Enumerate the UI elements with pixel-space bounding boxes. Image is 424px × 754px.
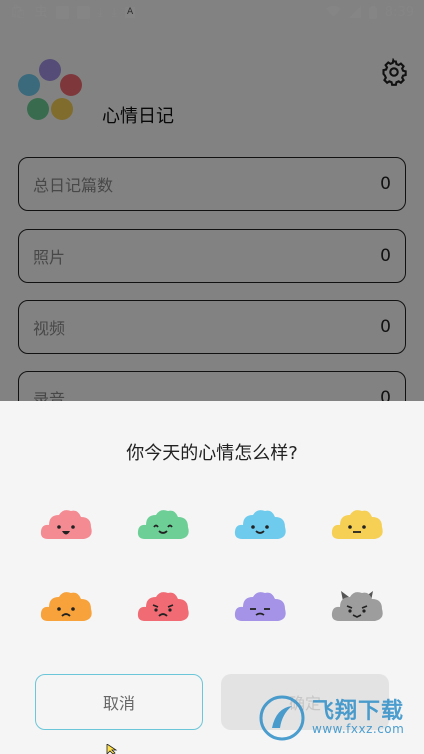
- mood-neutral-icon[interactable]: [329, 507, 385, 547]
- cloud-shape: [40, 592, 92, 621]
- watermark-logo-icon: [259, 695, 305, 741]
- watermark-text: 飞翔下载 www.fxxz.com: [312, 700, 404, 736]
- cloud-shape: [234, 592, 286, 621]
- cloud-shape: [234, 510, 286, 539]
- watermark-title: 飞翔下载: [312, 699, 405, 725]
- watermark-url: www.fxxz.com: [312, 722, 405, 737]
- mood-content-icon[interactable]: [135, 507, 191, 547]
- mouse-cursor-icon: [106, 744, 118, 754]
- cloud-shape: [137, 510, 189, 539]
- mood-tired-icon[interactable]: [232, 589, 288, 629]
- mood-calm-icon[interactable]: [232, 507, 288, 547]
- mood-devil-icon[interactable]: [329, 589, 385, 629]
- mood-happy-icon[interactable]: [38, 507, 94, 547]
- cloud-shape: [331, 510, 383, 539]
- mood-angry-icon[interactable]: [135, 589, 191, 629]
- cloud-shape: [137, 592, 189, 621]
- cloud-shape: [40, 510, 92, 539]
- cancel-button[interactable]: 取消: [35, 674, 203, 730]
- mood-sad-icon[interactable]: [38, 589, 94, 629]
- watermark: 飞翔下载 www.fxxz.com: [258, 690, 420, 746]
- mood-question: 你今天的心情怎么样?: [126, 443, 298, 464]
